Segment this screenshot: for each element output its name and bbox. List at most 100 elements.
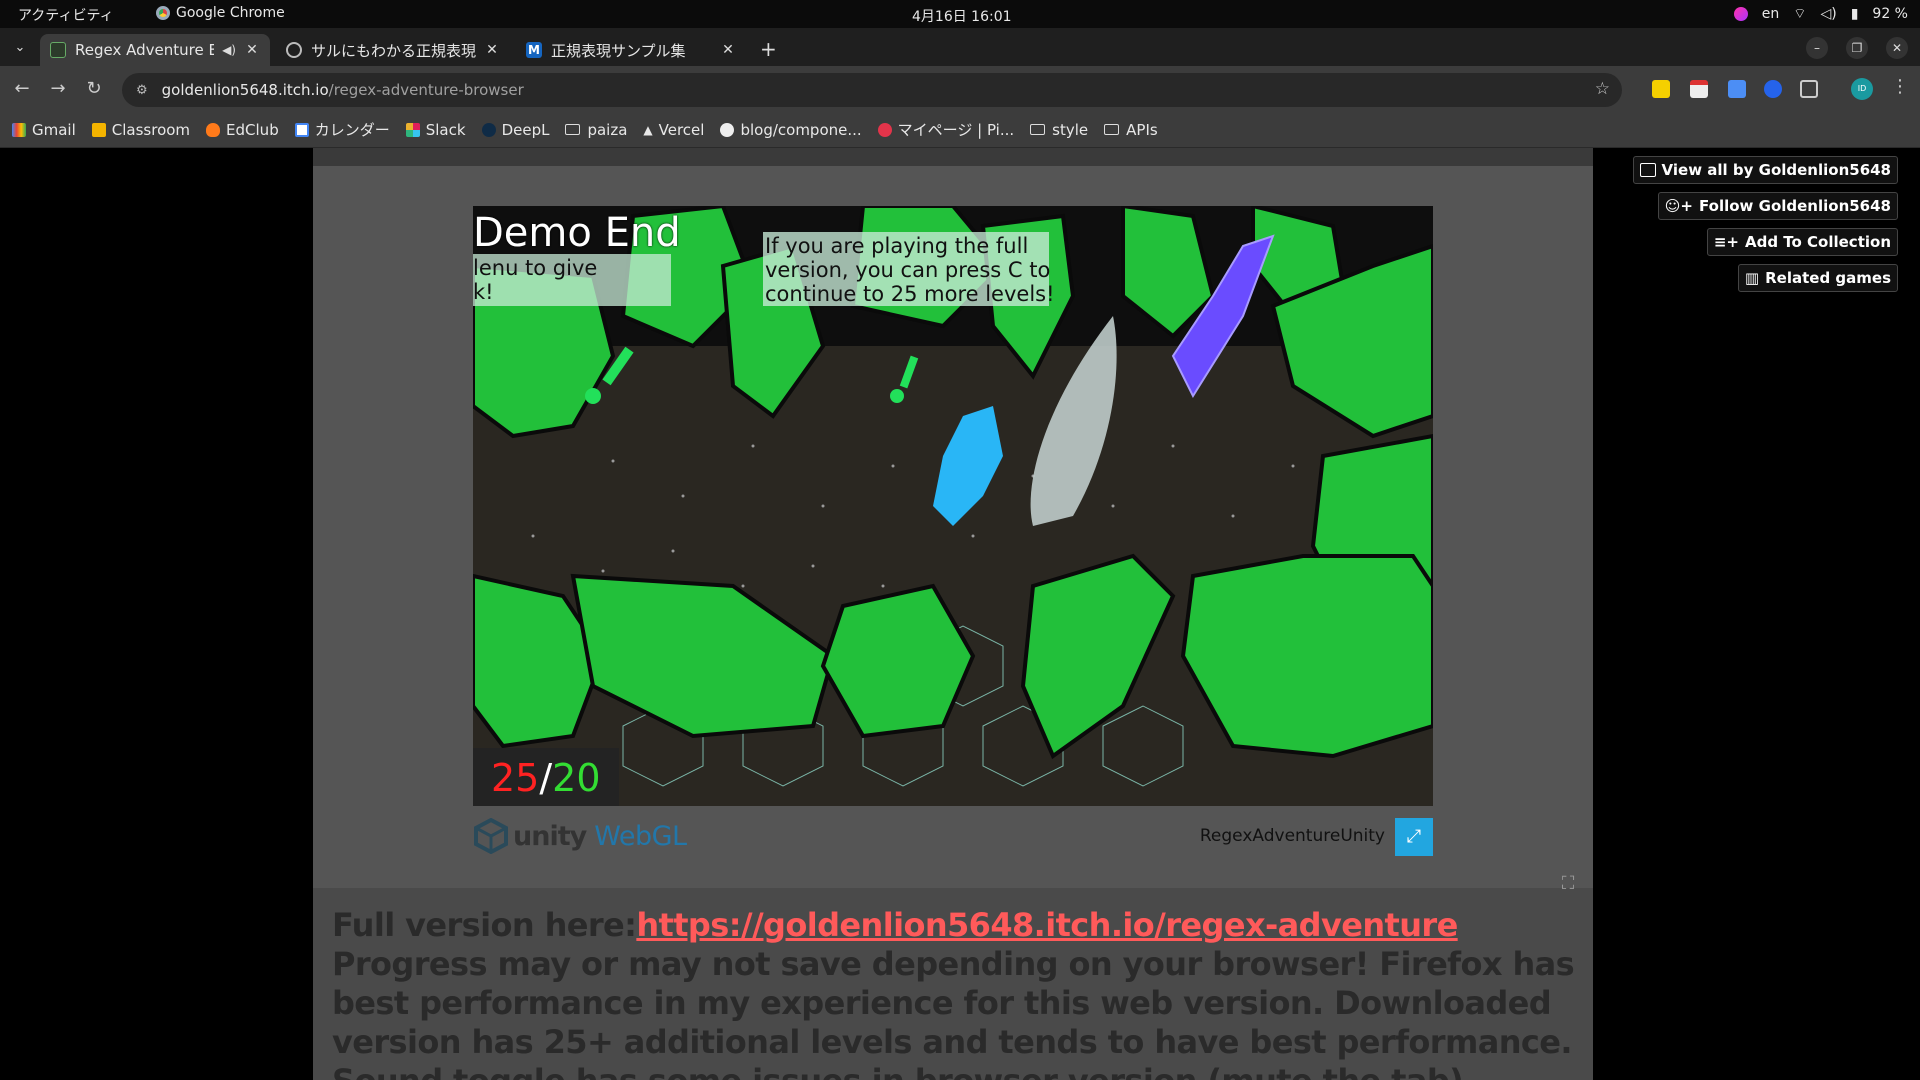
app-indicator[interactable]: Google Chrome (156, 5, 285, 21)
tab-close-icon[interactable]: ✕ (484, 42, 500, 58)
bookmarks-bar: Gmail Classroom EdClub カレンダー Slack DeepL… (0, 112, 1920, 148)
edclub-icon (206, 122, 221, 137)
full-version-link[interactable]: https://goldenlion5648.itch.io/regex-adv… (636, 906, 1458, 944)
bookmark-pixiv[interactable]: マイページ | Pi... (877, 119, 1015, 140)
bookmark-apis[interactable]: APIs (1104, 121, 1158, 139)
url-path: /regex-adventure-browser (328, 81, 524, 99)
minimize-icon[interactable]: – (1806, 37, 1828, 59)
hint-panel-left: lenu to give k! (473, 254, 671, 306)
map-icon: ▥ (1744, 269, 1760, 287)
reload-icon[interactable]: ↻ (82, 77, 106, 101)
description-lead: Full version here: (332, 906, 637, 944)
bookmark-deepl[interactable]: DeepL (481, 120, 550, 139)
extension-check-icon[interactable] (1764, 80, 1782, 98)
store-icon (1639, 163, 1656, 177)
extension-icon[interactable] (1728, 80, 1746, 98)
window-close-icon[interactable]: ✕ (1886, 37, 1908, 59)
score-current: 25 (491, 756, 540, 800)
profile-avatar[interactable]: ID (1851, 78, 1873, 100)
bookmark-vercel[interactable]: ▲ Vercel (643, 121, 704, 139)
tab-close-icon[interactable]: ✕ (244, 42, 260, 58)
globe-icon (286, 42, 302, 58)
button-label: Related games (1765, 269, 1891, 287)
tab-strip: ⌄ Regex Adventure Bro ◀) ✕ サルにもわかる正規表現 ✕… (0, 28, 1920, 66)
back-arrow-icon[interactable]: ← (10, 77, 34, 101)
itch-content-column: Demo End lenu to give k! If you are play… (313, 148, 1593, 1080)
clock[interactable]: 4月16日 16:01 (912, 6, 1012, 26)
extension-icon[interactable] (1690, 80, 1708, 98)
bookmark-github[interactable]: blog/compone... (720, 120, 862, 139)
folder-icon (1104, 124, 1120, 135)
bookmark-label: style (1052, 120, 1089, 139)
button-label: Follow Goldenlion5648 (1699, 197, 1891, 215)
activities-button[interactable]: アクティビティ (18, 5, 114, 25)
url-host: goldenlion5648.itch.io (161, 81, 329, 99)
extensions-puzzle-icon[interactable] (1800, 80, 1818, 98)
new-tab-button[interactable]: + (760, 37, 777, 61)
game-build-title: RegexAdventureUnity (1199, 826, 1385, 846)
follow-button[interactable]: ☺+ Follow Goldenlion5648 (1657, 192, 1898, 220)
deepl-icon (481, 122, 496, 137)
game-description: Full version here:https://goldenlion5648… (332, 906, 1582, 1080)
app-name: Google Chrome (176, 5, 285, 21)
unity-fullscreen-button[interactable]: ⤢ (1395, 818, 1433, 856)
bookmark-calendar[interactable]: カレンダー (294, 119, 390, 140)
calendar-icon (294, 122, 309, 137)
bookmark-label: EdClub (226, 120, 279, 139)
bookmark-style[interactable]: style (1030, 121, 1088, 139)
browser-toolbar: ← → ↻ ⚙ goldenlion5648.itch.io/regex-adv… (0, 66, 1920, 112)
colorpicker-icon (1733, 7, 1748, 21)
speaker-icon[interactable]: ◀) (222, 43, 236, 57)
add-to-collection-button[interactable]: ≡+ Add To Collection (1706, 228, 1898, 256)
button-label: Add To Collection (1744, 233, 1891, 251)
related-games-button[interactable]: ▥ Related games (1737, 264, 1898, 292)
bookmark-slack[interactable]: Slack (405, 121, 466, 139)
hint-panel-right: If you are playing the full version, you… (763, 232, 1055, 306)
bookmark-gmail[interactable]: Gmail (12, 121, 76, 139)
m-favicon-icon: M (526, 42, 542, 58)
url-text[interactable]: goldenlion5648.itch.io/regex-adventure-b… (162, 81, 524, 99)
restore-icon[interactable]: ❐ (1846, 37, 1868, 59)
system-tray[interactable]: en ⌔ ◁) ▮ 92 % (1733, 5, 1908, 23)
wifi-icon: ⌔ (1793, 6, 1807, 22)
vercel-icon: ▲ (643, 122, 653, 137)
itch-favicon-icon (50, 42, 66, 58)
tab-saru-regex[interactable]: サルにもわかる正規表現 ✕ (276, 34, 510, 66)
system-top-bar: アクティビティ Google Chrome 4月16日 16:01 en ⌔ ◁… (0, 0, 1920, 28)
chrome-menu-icon[interactable]: ⋮ (1891, 76, 1909, 97)
bookmark-label: Vercel (658, 120, 705, 139)
header-strip (313, 148, 1593, 166)
bookmark-classroom[interactable]: Classroom (91, 120, 191, 139)
extension-icon[interactable] (1652, 80, 1670, 98)
tab-regex-samples[interactable]: M 正規表現サンプル集 ✕ (516, 34, 746, 66)
bookmark-label: Classroom (111, 120, 191, 139)
bookmark-label: マイページ | Pi... (897, 121, 1015, 139)
unity-game-canvas[interactable]: Demo End lenu to give k! If you are play… (473, 206, 1433, 806)
bookmark-label: Gmail (32, 120, 76, 139)
tab-regex-adventure[interactable]: Regex Adventure Bro ◀) ✕ (40, 34, 270, 66)
demo-end-text: Demo End (473, 210, 681, 256)
bookmark-edclub[interactable]: EdClub (206, 121, 279, 139)
battery-icon: ▮ (1850, 6, 1859, 22)
chrome-icon (156, 6, 170, 20)
unity-cube-icon (474, 818, 508, 854)
bookmark-label: DeepL (501, 120, 550, 139)
itch-side-buttons: View all by Goldenlion5648 ☺+ Follow Gold… (1632, 156, 1898, 292)
view-all-button[interactable]: View all by Goldenlion5648 (1632, 156, 1898, 184)
address-bar[interactable]: ⚙ goldenlion5648.itch.io/regex-adventure… (122, 73, 1622, 107)
fullscreen-expand-icon[interactable]: ⛶ (1554, 870, 1582, 898)
web-page: Demo End lenu to give k! If you are play… (0, 148, 1920, 1080)
description-rest: Progress may or may not save depending o… (332, 945, 1575, 1080)
tab-close-icon[interactable]: ✕ (720, 42, 736, 58)
level-counter: 25/20 (473, 748, 619, 806)
bookmark-label: blog/compone... (740, 120, 862, 139)
bookmark-star-icon[interactable]: ☆ (1595, 79, 1610, 99)
slack-icon (405, 122, 420, 137)
forward-arrow-icon[interactable]: → (46, 77, 70, 101)
site-info-icon[interactable]: ⚙ (136, 83, 148, 98)
unity-footer: unity WebGL RegexAdventureUnity ⤢ (473, 814, 1433, 858)
language-indicator[interactable]: en (1762, 6, 1780, 22)
tab-search-dropdown-icon[interactable]: ⌄ (8, 36, 32, 60)
collection-icon: ≡+ (1713, 233, 1739, 251)
bookmark-paiza[interactable]: paiza (565, 121, 627, 139)
